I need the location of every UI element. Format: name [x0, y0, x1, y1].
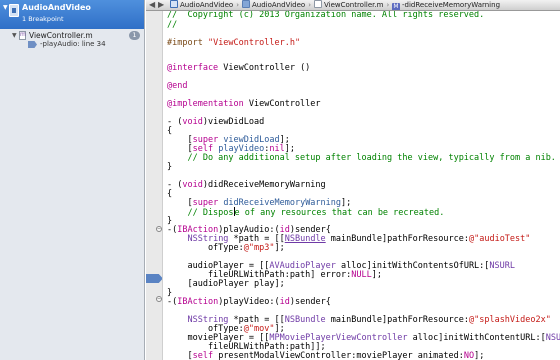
code-line: #import "ViewController.h"	[167, 38, 301, 48]
code-line: [self presentModalViewController:moviePl…	[167, 351, 485, 360]
code-line: ofType:@"mp3"];	[167, 243, 285, 253]
file-name: ViewController.m	[29, 31, 93, 40]
disclosure-triangle-icon[interactable]: ▼	[3, 4, 8, 11]
jump-bar: ◀ ▶ AudioAndVideo › AudioAndVideo › ViewCo…	[146, 0, 560, 11]
code-line: @implementation ViewController	[167, 99, 321, 109]
crumb-file[interactable]: ViewController.m ›	[314, 0, 389, 10]
disclosure-triangle-icon[interactable]: ▼	[12, 32, 17, 39]
crumb-group[interactable]: AudioAndVideo ›	[242, 0, 311, 10]
breakpoint-label: -playAudio: line 34	[40, 40, 106, 48]
file-icon	[314, 0, 322, 8]
code-line: [audioPlayer play];	[167, 279, 285, 289]
breakpoint-row[interactable]: -playAudio: line 34	[0, 40, 144, 50]
crumb-method[interactable]: M -didReceiveMemoryWarning	[392, 0, 500, 10]
file-breakpoint-badge: 1	[129, 31, 140, 40]
forward-arrow-icon[interactable]: ▶	[158, 0, 164, 10]
method-icon: M	[392, 3, 400, 10]
folder-icon	[242, 0, 250, 8]
code-line: @end	[167, 81, 188, 91]
code-line: // Do any additional setup after loading…	[167, 153, 556, 163]
fold-toggle-icon[interactable]: −	[156, 296, 162, 302]
breakpoint-count: 1 Breakpoint	[22, 15, 64, 23]
code-line: - (void)didReceiveMemoryWarning	[167, 180, 326, 190]
code-line: // Dispose of any resources that can be …	[167, 207, 445, 218]
project-icon	[9, 4, 19, 17]
code-line: }	[167, 162, 173, 172]
code-line: @interface ViewController ()	[167, 63, 311, 73]
breakpoint-navigator: ▼ AudioAndVideo 1 Breakpoint ▼ ViewContr…	[0, 0, 145, 360]
breakpoint-icon[interactable]	[28, 41, 37, 48]
fold-ribbon: − −	[155, 11, 163, 360]
code-line: -(IBAction)playVideo:(id)sender{	[167, 297, 331, 307]
project-row[interactable]: ▼ AudioAndVideo 1 Breakpoint	[0, 0, 144, 29]
crumb-folder[interactable]: AudioAndVideo ›	[170, 0, 239, 10]
code-line: // Copyright (c) 2013 Organization name.…	[167, 11, 485, 20]
project-name: AudioAndVideo	[22, 3, 91, 12]
code-editor[interactable]: // Copyright (c) 2013 Organization name.…	[164, 11, 560, 360]
code-line: //	[167, 20, 178, 30]
project-icon	[170, 0, 178, 8]
back-arrow-icon[interactable]: ◀	[149, 0, 155, 10]
objc-file-icon	[19, 31, 26, 40]
fold-toggle-icon[interactable]: −	[156, 226, 162, 232]
code-line: - (void)viewDidLoad	[167, 117, 265, 127]
